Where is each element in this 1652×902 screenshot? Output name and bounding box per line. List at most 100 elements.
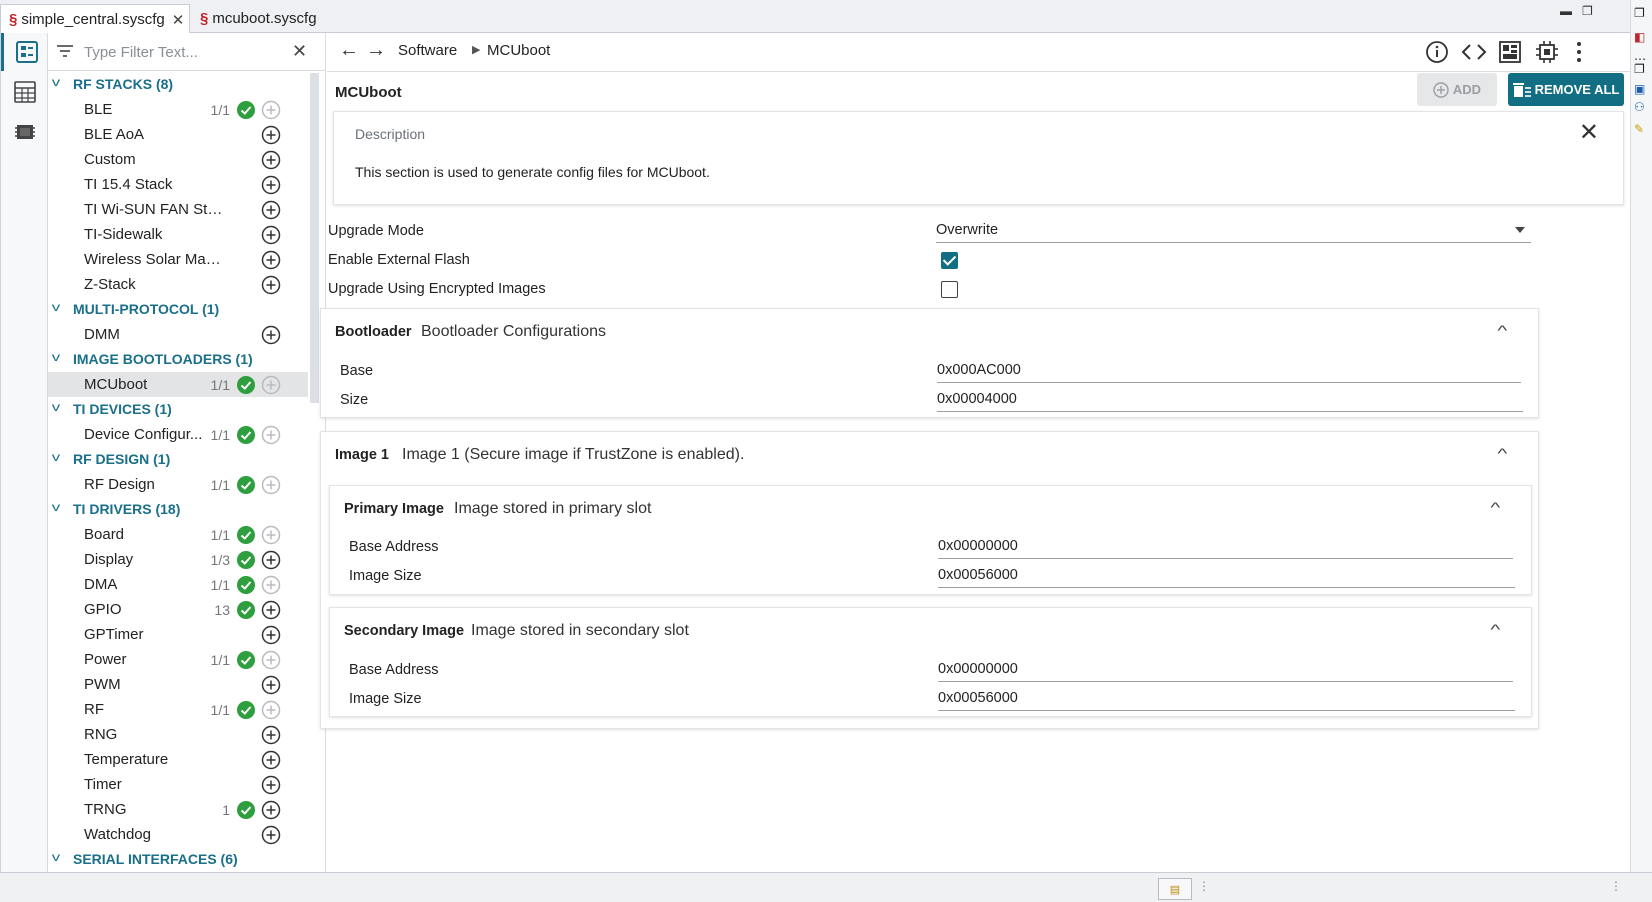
filter-icon[interactable]: [56, 43, 74, 64]
code-icon[interactable]: [1461, 40, 1487, 69]
software-view-button[interactable]: [1, 33, 49, 71]
chevron-down-icon[interactable]: v: [52, 350, 60, 364]
tree-item[interactable]: GPIO 13: [48, 597, 308, 622]
tree-category[interactable]: v TI DEVICES (1): [48, 397, 308, 422]
secondary-image-group: Secondary Image Image stored in secondar…: [329, 607, 1532, 717]
instance-count: 1/1: [210, 652, 230, 668]
tree-item[interactable]: TI 15.4 Stack: [48, 172, 308, 197]
tree-item[interactable]: Timer: [48, 772, 308, 797]
syscfg-view-icon[interactable]: ◧: [1634, 30, 1645, 44]
tree-item[interactable]: TI Wi-SUN FAN Stack: [48, 197, 308, 222]
module-label: DMM: [84, 326, 120, 343]
tools-view-icon[interactable]: ✎: [1634, 122, 1644, 136]
group-description: Image 1 (Secure image if TrustZone is en…: [402, 446, 745, 463]
tree-category[interactable]: v TI DRIVERS (18): [48, 497, 308, 522]
status-tray-icon[interactable]: ▤: [1158, 878, 1192, 900]
tree-item[interactable]: Custom: [48, 147, 308, 172]
status-bar: ▤ ⋮ ⋮: [0, 872, 1652, 902]
module-label: Power: [84, 651, 127, 668]
tree-item[interactable]: RF 1/1: [48, 697, 308, 722]
info-icon[interactable]: [1425, 40, 1449, 69]
tree-item[interactable]: Device Configur... 1/1: [48, 422, 308, 447]
group-description: Image stored in primary slot: [454, 500, 652, 517]
tree-item[interactable]: Z-Stack: [48, 272, 308, 297]
bootloader-base-input[interactable]: 0x000AC000: [937, 361, 1521, 383]
tree-item[interactable]: RF Design 1/1: [48, 472, 308, 497]
tree-item[interactable]: Wireless Solar Managem...: [48, 247, 308, 272]
breadcrumb-root[interactable]: Software: [398, 42, 457, 59]
tree-item[interactable]: DMM: [48, 322, 308, 347]
chevron-up-icon[interactable]: ^: [1497, 445, 1507, 461]
encrypted-images-checkbox[interactable]: [941, 281, 958, 298]
remove-all-button[interactable]: REMOVE ALL: [1508, 73, 1624, 106]
debug-view-icon[interactable]: ⚇: [1634, 100, 1645, 114]
tab-mcuboot[interactable]: § mcuboot.syscfg: [192, 4, 337, 33]
chevron-up-icon[interactable]: ^: [1490, 499, 1500, 515]
tree-item[interactable]: BLE AoA: [48, 122, 308, 147]
more-vertical-icon[interactable]: [1571, 40, 1587, 69]
tree-item[interactable]: MCUboot 1/1: [48, 372, 308, 397]
clear-filter-icon[interactable]: ✕: [292, 41, 307, 62]
tree-category[interactable]: v RF DESIGN (1): [48, 447, 308, 472]
chevron-down-icon[interactable]: v: [52, 850, 60, 864]
memory-view-button[interactable]: [1, 73, 49, 111]
tree-item[interactable]: DMA 1/1: [48, 572, 308, 597]
tree-item[interactable]: GPTimer: [48, 622, 308, 647]
primary-base-input[interactable]: 0x00000000: [938, 537, 1513, 559]
group-name: Secondary Image: [344, 623, 465, 639]
tree-scrollbar[interactable]: [310, 73, 319, 403]
console-view-icon[interactable]: ▣: [1634, 82, 1645, 96]
close-icon[interactable]: ✕: [1579, 118, 1599, 147]
secondary-size-input[interactable]: 0x00056000: [938, 689, 1515, 711]
minimize-icon[interactable]: ▬: [1560, 4, 1572, 18]
primary-image-group: Primary Image Image stored in primary sl…: [329, 485, 1532, 595]
add-button-label: ADD: [1452, 82, 1482, 97]
bootloader-size-value: 0x00004000: [937, 391, 1017, 407]
hardware-view-button[interactable]: [1, 113, 49, 151]
category-label: MULTI-PROTOCOL (1): [73, 301, 220, 317]
tab-simple-central[interactable]: § simple_central.syscfg ✕: [0, 4, 190, 34]
bootloader-size-input[interactable]: 0x00004000: [937, 390, 1523, 412]
module-label: TRNG: [84, 801, 127, 818]
tree-item[interactable]: PWM: [48, 672, 308, 697]
tree-item[interactable]: BLE 1/1: [48, 97, 308, 122]
tree-item[interactable]: TI-Sidewalk: [48, 222, 308, 247]
instance-count: 1/1: [210, 477, 230, 493]
arrow-left-icon[interactable]: ←: [339, 39, 359, 62]
primary-size-input[interactable]: 0x00056000: [938, 566, 1515, 588]
tree-item[interactable]: Display 1/3: [48, 547, 308, 572]
close-icon[interactable]: ✕: [172, 11, 185, 29]
syscfg-file-icon: §: [9, 11, 18, 28]
tree-item[interactable]: TRNG 1: [48, 797, 308, 822]
restore-icon[interactable]: ❐: [1582, 4, 1593, 18]
tree-item[interactable]: RNG: [48, 722, 308, 747]
tab-label: mcuboot.syscfg: [212, 10, 317, 27]
tree-item[interactable]: Watchdog: [48, 822, 308, 847]
chevron-down-icon[interactable]: v: [52, 75, 60, 89]
tree-item[interactable]: Temperature: [48, 747, 308, 772]
tree-category[interactable]: v MULTI-PROTOCOL (1): [48, 297, 308, 322]
restore-icon[interactable]: ❐: [1634, 6, 1645, 20]
arrow-right-icon[interactable]: →: [366, 39, 386, 62]
filter-input[interactable]: [84, 40, 280, 64]
secondary-base-value: 0x00000000: [938, 661, 1018, 677]
chevron-down-icon[interactable]: v: [52, 300, 60, 314]
chip-icon[interactable]: [1535, 40, 1559, 69]
external-flash-checkbox[interactable]: [941, 252, 958, 269]
secondary-base-input[interactable]: 0x00000000: [938, 660, 1513, 682]
add-button[interactable]: ADD: [1417, 73, 1497, 106]
board-view-icon[interactable]: [1498, 40, 1522, 69]
chevron-down-icon[interactable]: v: [52, 500, 60, 514]
upgrade-mode-select[interactable]: Overwrite: [936, 221, 1531, 243]
chevron-up-icon[interactable]: ^: [1497, 322, 1507, 338]
restore-icon[interactable]: ❐: [1634, 62, 1645, 76]
tree-category[interactable]: v RF STACKS (8): [48, 72, 308, 97]
chevron-down-icon[interactable]: v: [52, 400, 60, 414]
tree-item[interactable]: Board 1/1: [48, 522, 308, 547]
tree-item[interactable]: Power 1/1: [48, 647, 308, 672]
chevron-up-icon[interactable]: ^: [1490, 621, 1500, 637]
chip-icon: [15, 125, 35, 139]
tree-category[interactable]: v IMAGE BOOTLOADERS (1): [48, 347, 308, 372]
tree-category[interactable]: v SERIAL INTERFACES (6): [48, 847, 308, 872]
chevron-down-icon[interactable]: v: [52, 450, 60, 464]
